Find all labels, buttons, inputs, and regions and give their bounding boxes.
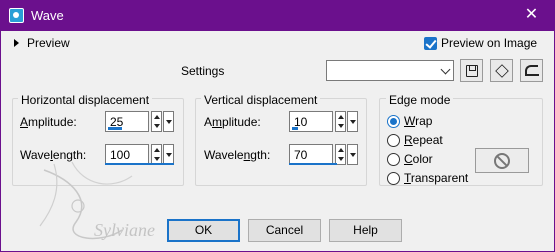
radio-transparent-label[interactable]: Transparent	[404, 171, 468, 185]
reset-icon	[525, 65, 539, 76]
horizontal-displacement-title: Horizontal displacement	[18, 93, 153, 107]
save-icon	[465, 64, 478, 77]
cube-icon	[494, 63, 509, 78]
window-title: Wave	[31, 8, 64, 23]
reset-button[interactable]	[520, 59, 543, 82]
arrow-down-icon	[154, 157, 160, 161]
horizontal-amplitude-label: Amplitude:	[20, 115, 77, 129]
preview-on-image-label: Preview on Image	[441, 36, 538, 50]
chevron-down-icon	[440, 64, 451, 75]
arrow-down-icon	[338, 157, 344, 161]
preview-label: Preview	[27, 36, 70, 50]
horizontal-wavelength-label: Wavelength:	[20, 148, 87, 162]
save-preset-button[interactable]	[460, 59, 483, 82]
arrow-up-icon	[338, 148, 344, 152]
vertical-amplitude-dropdown[interactable]	[347, 111, 358, 132]
radio-color-label[interactable]: Color	[404, 152, 433, 166]
title-bar: Wave ✕	[0, 0, 555, 31]
arrow-up-icon	[154, 148, 160, 152]
vertical-amplitude-spinner[interactable]	[335, 111, 346, 132]
arrow-down-icon	[338, 124, 344, 128]
chevron-down-icon	[350, 153, 356, 157]
checkbox-checked-icon	[424, 36, 437, 50]
vertical-wavelength-spinner[interactable]	[335, 144, 346, 165]
settings-label: Settings	[181, 64, 225, 78]
arrow-up-icon	[338, 115, 344, 119]
vertical-amplitude-bar	[292, 127, 298, 130]
vertical-wavelength-dropdown[interactable]	[347, 144, 358, 165]
arrow-down-icon	[154, 124, 160, 128]
vertical-amplitude-label: Amplitude:	[204, 115, 261, 129]
vertical-wavelength-input[interactable]: 70	[289, 144, 333, 165]
ok-button[interactable]: OK	[167, 219, 240, 242]
horizontal-wavelength-spinner[interactable]	[151, 144, 162, 165]
preview-toggle[interactable]: Preview	[14, 36, 70, 50]
cancel-button[interactable]: Cancel	[248, 219, 321, 242]
edge-mode-title: Edge mode	[386, 93, 454, 107]
vertical-wavelength-bar	[289, 163, 337, 165]
help-button[interactable]: Help	[329, 219, 402, 242]
radio-repeat-label[interactable]: Repeat	[404, 133, 443, 147]
vertical-displacement-title: Vertical displacement	[201, 93, 321, 107]
radio-color[interactable]	[387, 153, 400, 166]
vertical-wavelength-label: Wavelength:	[204, 148, 271, 162]
horizontal-amplitude-bar	[108, 127, 122, 130]
app-icon	[9, 8, 24, 23]
horizontal-wavelength-bar	[105, 163, 174, 165]
preview-on-image-checkbox[interactable]: Preview on Image	[424, 36, 537, 50]
horizontal-wavelength-value: 100	[110, 148, 131, 162]
chevron-down-icon	[166, 153, 172, 157]
horizontal-wavelength-dropdown[interactable]	[163, 144, 174, 165]
vertical-wavelength-value: 70	[294, 148, 308, 162]
edge-color-swatch[interactable]	[475, 148, 529, 173]
horizontal-amplitude-spinner[interactable]	[151, 111, 162, 132]
horizontal-wavelength-input[interactable]: 100	[105, 144, 149, 165]
radio-wrap-label[interactable]: Wrap	[404, 114, 432, 128]
radio-transparent[interactable]	[387, 172, 400, 185]
radio-repeat[interactable]	[387, 134, 400, 147]
chevron-down-icon	[350, 120, 356, 124]
settings-dropdown[interactable]	[326, 60, 454, 81]
prohibited-icon	[494, 152, 510, 169]
horizontal-amplitude-input[interactable]: 25	[105, 111, 149, 132]
radio-wrap[interactable]	[387, 115, 400, 128]
chevron-right-icon	[14, 39, 19, 47]
randomize-button[interactable]	[490, 59, 513, 82]
horizontal-amplitude-dropdown[interactable]	[163, 111, 174, 132]
arrow-up-icon	[154, 115, 160, 119]
vertical-amplitude-input[interactable]: 10	[289, 111, 333, 132]
close-button[interactable]: ✕	[508, 0, 555, 31]
chevron-down-icon	[166, 120, 172, 124]
